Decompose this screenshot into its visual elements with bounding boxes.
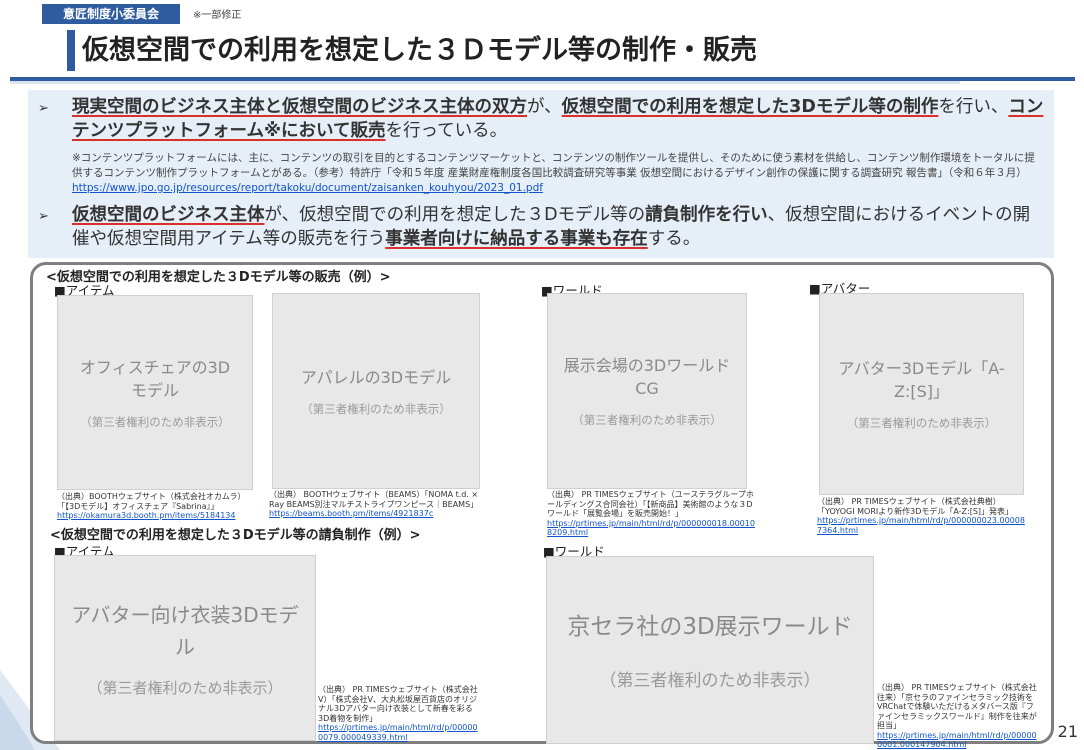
image-placeholder: 展示会場の3DワールドCG （第三者権利のため非表示） xyxy=(547,293,747,489)
platform-footnote: ※コンテンツプラットフォームには、主に、コンテンツの取引を目的とするコンテンツマ… xyxy=(72,152,1035,194)
bullet-2-emph-2: 請負制作を行い xyxy=(645,205,768,225)
revision-note: ※一部修正 xyxy=(193,10,242,21)
placeholder-label: オフィスチェアの3Dモデル xyxy=(79,357,231,400)
image-placeholder: 京セラ社の3D展示ワールド （第三者権利のため非表示） xyxy=(546,556,874,744)
source-caption: （出典）BOOTHウェブサイト（株式会社オカムラ）「【3Dモデル】オフィスチェア… xyxy=(57,492,257,521)
bullet-2: 仮想空間のビジネス主体が、仮想空間での利用を想定した３Dモデル等の請負制作を行い… xyxy=(72,205,1031,249)
placeholder-note: （第三者権利のため非表示） xyxy=(599,670,821,691)
source-caption: （出典） BOOTHウェブサイト（BEAMS）「NOMA t.d. × Ray … xyxy=(269,490,491,519)
page-title: 仮想空間での利用を想定した３Ｄモデル等の制作・販売 xyxy=(82,35,757,66)
image-placeholder: アパレルの3Dモデル （第三者権利のため非表示） xyxy=(272,293,480,489)
title-underline-light xyxy=(10,81,960,84)
bullet-2-emph-1: 仮想空間のビジネス主体 xyxy=(72,205,265,225)
image-placeholder: アバター向け衣装3Dモデル （第三者権利のため非表示） xyxy=(54,555,316,741)
placeholder-note: （第三者権利のため非表示） xyxy=(572,413,722,427)
source-caption: （出典） PR TIMESウェブサイト（ユーステラグループホールディングス合同会… xyxy=(547,490,755,538)
source-link[interactable]: https://prtimes.jp/main/html/rd/p/000000… xyxy=(547,519,755,538)
page-number: 21 xyxy=(1057,722,1078,741)
placeholder-label: アバター3Dモデル「A-Z:[S]」 xyxy=(838,359,1005,401)
placeholder-label: アバター向け衣装3Dモデル xyxy=(71,602,299,659)
bullet-icon: ➢ xyxy=(38,101,49,116)
source-link[interactable]: https://beams.booth.pm/items/4921837c xyxy=(269,509,491,519)
placeholder-label: 展示会場の3DワールドCG xyxy=(563,356,731,398)
source-caption: （出典） PR TIMESウェブサイト（株式会社V）「株式会社V、大丸松坂屋百貨… xyxy=(318,685,478,742)
source-link[interactable]: https://prtimes.jp/main/html/rd/p/000000… xyxy=(877,731,1037,750)
source-caption: （出典） PR TIMESウェブサイト（株式会社典樹）「YOYOGI MORIよ… xyxy=(817,497,1027,535)
source-link[interactable]: https://prtimes.jp/main/html/rd/p/000000… xyxy=(318,723,478,742)
title-accent-bar xyxy=(67,30,75,71)
placeholder-label: アパレルの3Dモデル xyxy=(300,367,452,387)
bullet-1: 現実空間のビジネス主体と仮想空間のビジネス主体の双方が、仮想空間での利用を想定し… xyxy=(72,97,1044,141)
report-link[interactable]: https://www.jpo.go.jp/resources/report/t… xyxy=(72,182,543,194)
placeholder-note: （第三者権利のため非表示） xyxy=(846,416,997,430)
source-caption: （出典） PR TIMESウェブサイト（株式会社往来）「京セラのファインセラミッ… xyxy=(877,683,1037,750)
placeholder-label: 京セラ社の3D展示ワールド xyxy=(567,613,853,640)
source-link[interactable]: https://okamura3d.booth.pm/items/5184134 xyxy=(57,511,257,521)
committee-tag: 意匠制度小委員会 xyxy=(42,4,180,24)
bullet-2-emph-3: 事業者向けに納品する事業も存在 xyxy=(385,229,648,249)
image-placeholder: オフィスチェアの3Dモデル （第三者権利のため非表示） xyxy=(57,295,253,490)
placeholder-note: （第三者権利のため非表示） xyxy=(87,678,283,697)
bullet-1-emph-2: 仮想空間での利用を想定した3Dモデル等の制作 xyxy=(561,97,939,117)
bullet-1-emph-1: 現実空間のビジネス主体と仮想空間のビジネス主体の双方 xyxy=(72,97,527,117)
placeholder-note: （第三者権利のため非表示） xyxy=(301,401,451,416)
bullet-icon: ➢ xyxy=(38,209,49,224)
image-placeholder: アバター3Dモデル「A-Z:[S]」 （第三者権利のため非表示） xyxy=(819,293,1024,495)
source-link[interactable]: https://prtimes.jp/main/html/rd/p/000000… xyxy=(817,516,1027,535)
placeholder-note: （第三者権利のため非表示） xyxy=(80,414,230,429)
